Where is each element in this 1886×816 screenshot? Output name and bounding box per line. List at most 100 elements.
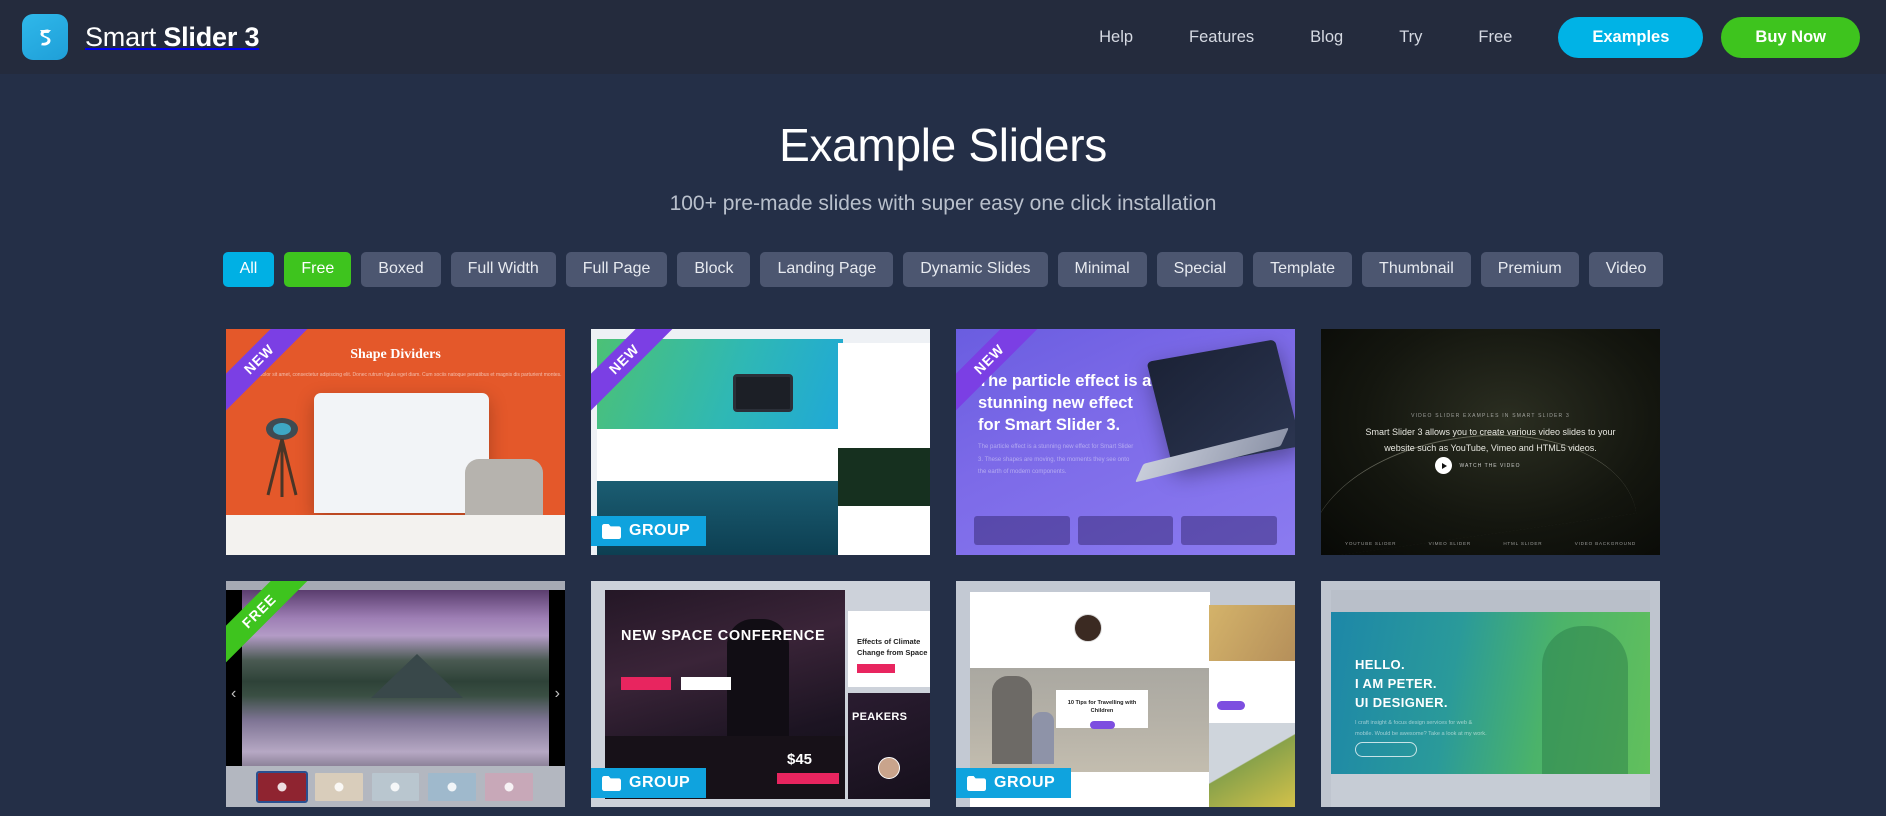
slide-photo: [242, 590, 549, 766]
filter-free[interactable]: Free: [284, 252, 352, 287]
slider-card-shape-dividers[interactable]: Shape Dividers Lorem ipsum dolor sit ame…: [226, 329, 565, 555]
card-heading: The particle effect is a stunning new ef…: [978, 372, 1152, 434]
buy-ticket-chip: [777, 773, 839, 784]
next-arrow-icon[interactable]: ›: [555, 685, 560, 703]
group-badge: GROUP: [591, 516, 707, 546]
nav-item-try[interactable]: Try: [1371, 0, 1450, 74]
slider-card-space-conference[interactable]: NEW SPACE CONFERENCE $45 Effects of Clim…: [591, 581, 930, 807]
filter-dynamic-slides[interactable]: Dynamic Slides: [903, 252, 1048, 287]
filter-full-width[interactable]: Full Width: [450, 252, 556, 287]
slider-card-video-slider[interactable]: VIDEO SLIDER EXAMPLES IN SMART SLIDER 3 …: [1321, 329, 1660, 555]
panel-side-article: [1209, 661, 1295, 723]
nav-item-features[interactable]: Features: [1161, 0, 1282, 74]
page-title: Example Sliders: [779, 119, 1107, 171]
secondary-cta-chip: [681, 677, 731, 690]
card-chip: [1181, 516, 1278, 545]
prev-arrow-icon[interactable]: ‹: [231, 685, 236, 703]
see-my-work-chip: [1355, 742, 1417, 757]
filter-all[interactable]: All: [222, 252, 275, 287]
price-label: $45: [787, 751, 813, 768]
filter-full-page[interactable]: Full Page: [565, 252, 668, 287]
watch-video-button[interactable]: WATCH THE VIDEO: [1434, 457, 1521, 474]
slider-card-ecommerce-group[interactable]: NEW GROUP: [591, 329, 930, 555]
child-silhouette-decoration: [1032, 712, 1054, 764]
group-badge: GROUP: [956, 768, 1072, 798]
panel-side-photo-bottom: [1209, 723, 1295, 807]
nav-item-blog[interactable]: Blog: [1282, 0, 1371, 74]
card-heading: HELLO. I AM PETER. UI DESIGNER.: [1355, 657, 1448, 710]
filter-landing-page[interactable]: Landing Page: [760, 252, 894, 287]
group-badge-label: GROUP: [994, 774, 1056, 791]
nav-item-help[interactable]: Help: [1071, 0, 1161, 74]
folder-icon: [602, 523, 621, 539]
lamp-decoration-icon: [266, 418, 298, 497]
thumbnail-strip[interactable]: [226, 766, 565, 807]
panel-features: [597, 429, 843, 481]
brand-logo-link[interactable]: Smart Slider 3: [22, 14, 259, 60]
tablet-mockup: [733, 374, 793, 412]
page-subtitle: 100+ pre-made slides with super easy one…: [669, 192, 1217, 215]
filter-video[interactable]: Video: [1588, 252, 1664, 287]
filter-block[interactable]: Block: [677, 252, 751, 287]
card-artwork: HELLO. I AM PETER. UI DESIGNER. I craft …: [1321, 581, 1660, 807]
card-heading: Smart Slider 3 allows you to create vari…: [1365, 427, 1616, 453]
nav-item-free[interactable]: Free: [1450, 0, 1540, 74]
brand-title: Smart Slider 3: [85, 22, 259, 53]
card-kicker: VIDEO SLIDER EXAMPLES IN SMART SLIDER 3: [1411, 413, 1570, 419]
page-body: Example Sliders 100+ pre-made slides wit…: [0, 74, 1886, 807]
panel-side-mid: [838, 448, 930, 506]
browser-chrome-bar: [1331, 590, 1650, 612]
speakers-heading: PEAKERS: [852, 711, 908, 723]
floor-decoration: [226, 515, 565, 555]
brand-title-bold: Slider 3: [163, 21, 260, 52]
smart-slider-logo-icon: [22, 14, 68, 60]
card-heading: NEW SPACE CONFERENCE: [621, 628, 826, 644]
adult-silhouette-decoration: [992, 676, 1032, 764]
slider-card-travel-blog[interactable]: 10 Tips for Travelling with Children GRO…: [956, 581, 1295, 807]
thumbnail-item[interactable]: [256, 770, 308, 803]
card-artwork: Shape Dividers Lorem ipsum dolor sit ame…: [226, 329, 565, 555]
card-button-row: [621, 677, 731, 690]
filter-premium[interactable]: Premium: [1480, 252, 1579, 287]
slider-topbar: [226, 581, 565, 590]
buy-now-button[interactable]: Buy Now: [1721, 16, 1860, 58]
filter-thumbnail[interactable]: Thumbnail: [1362, 252, 1471, 287]
panel-footer: [1331, 774, 1650, 807]
card-heading: Shape Dividers: [350, 347, 441, 362]
watch-video-label: WATCH THE VIDEO: [1459, 462, 1521, 469]
panel-speakers: PEAKERS: [848, 693, 930, 799]
filter-boxed[interactable]: Boxed: [361, 252, 441, 287]
filter-minimal[interactable]: Minimal: [1057, 252, 1147, 287]
primary-cta-chip: [621, 677, 671, 690]
slider-gallery-grid: Shape Dividers Lorem ipsum dolor sit ame…: [0, 329, 1886, 807]
panel-side-top: [838, 343, 930, 448]
card-body: Lorem ipsum dolor sit amet, consectetur …: [229, 372, 562, 378]
card-body: I craft insight & focus design services …: [1355, 720, 1487, 738]
card-chip: [1077, 516, 1174, 545]
panel-hero: HELLO. I AM PETER. UI DESIGNER. I craft …: [1331, 612, 1650, 774]
footer-item: YOUTUBE SLIDER: [1345, 541, 1397, 546]
filter-special[interactable]: Special: [1156, 252, 1244, 287]
side-cta-chip: [1217, 701, 1245, 710]
group-badge: GROUP: [591, 768, 707, 798]
play-icon: [1434, 457, 1452, 474]
examples-button[interactable]: Examples: [1558, 16, 1704, 58]
panel-side-photo-top: [1209, 605, 1295, 661]
chair-decoration: [465, 459, 543, 521]
slider-card-particle-effect[interactable]: The particle effect is a stunning new ef…: [956, 329, 1295, 555]
thumbnail-item[interactable]: [314, 772, 363, 801]
card-body: The particle effect is a stunning new ef…: [978, 444, 1134, 476]
panel-hero: [597, 339, 843, 429]
thumbnail-item[interactable]: [428, 772, 477, 801]
filter-template[interactable]: Template: [1253, 252, 1353, 287]
group-badge-label: GROUP: [629, 774, 691, 791]
footer-item: VIDEO BACKGROUND: [1574, 541, 1636, 546]
slider-card-ui-designer-portfolio[interactable]: HELLO. I AM PETER. UI DESIGNER. I craft …: [1321, 581, 1660, 807]
speaker-avatar: [878, 757, 900, 779]
slider-card-free-thumbnail-slider[interactable]: ‹ › FREE: [226, 581, 565, 807]
thumbnail-item[interactable]: [485, 772, 533, 801]
folder-icon: [602, 775, 621, 791]
read-more-chip: [1089, 720, 1115, 729]
thumbnail-item[interactable]: [371, 772, 420, 801]
group-badge-label: GROUP: [629, 522, 691, 539]
